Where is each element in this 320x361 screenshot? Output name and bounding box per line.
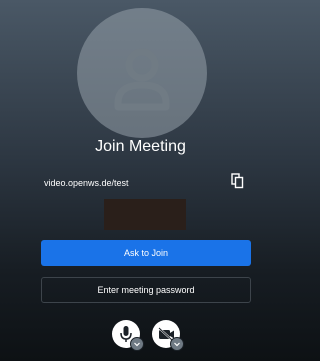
- name-input[interactable]: [104, 199, 186, 230]
- camera-button[interactable]: [152, 320, 184, 351]
- mic-options-badge[interactable]: [130, 337, 144, 351]
- copy-icon[interactable]: [231, 173, 245, 189]
- enter-password-button[interactable]: Enter meeting password: [41, 277, 251, 303]
- microphone-button[interactable]: [112, 320, 144, 351]
- meeting-url: video.openws.de/test: [44, 178, 129, 188]
- camera-options-badge[interactable]: [170, 337, 184, 351]
- avatar: [77, 8, 207, 138]
- ask-to-join-button[interactable]: Ask to Join: [41, 240, 251, 266]
- chevron-down-icon: [134, 342, 140, 347]
- page-title: Join Meeting: [95, 138, 186, 155]
- person-avatar-icon: [114, 48, 170, 111]
- chevron-down-icon: [174, 342, 180, 347]
